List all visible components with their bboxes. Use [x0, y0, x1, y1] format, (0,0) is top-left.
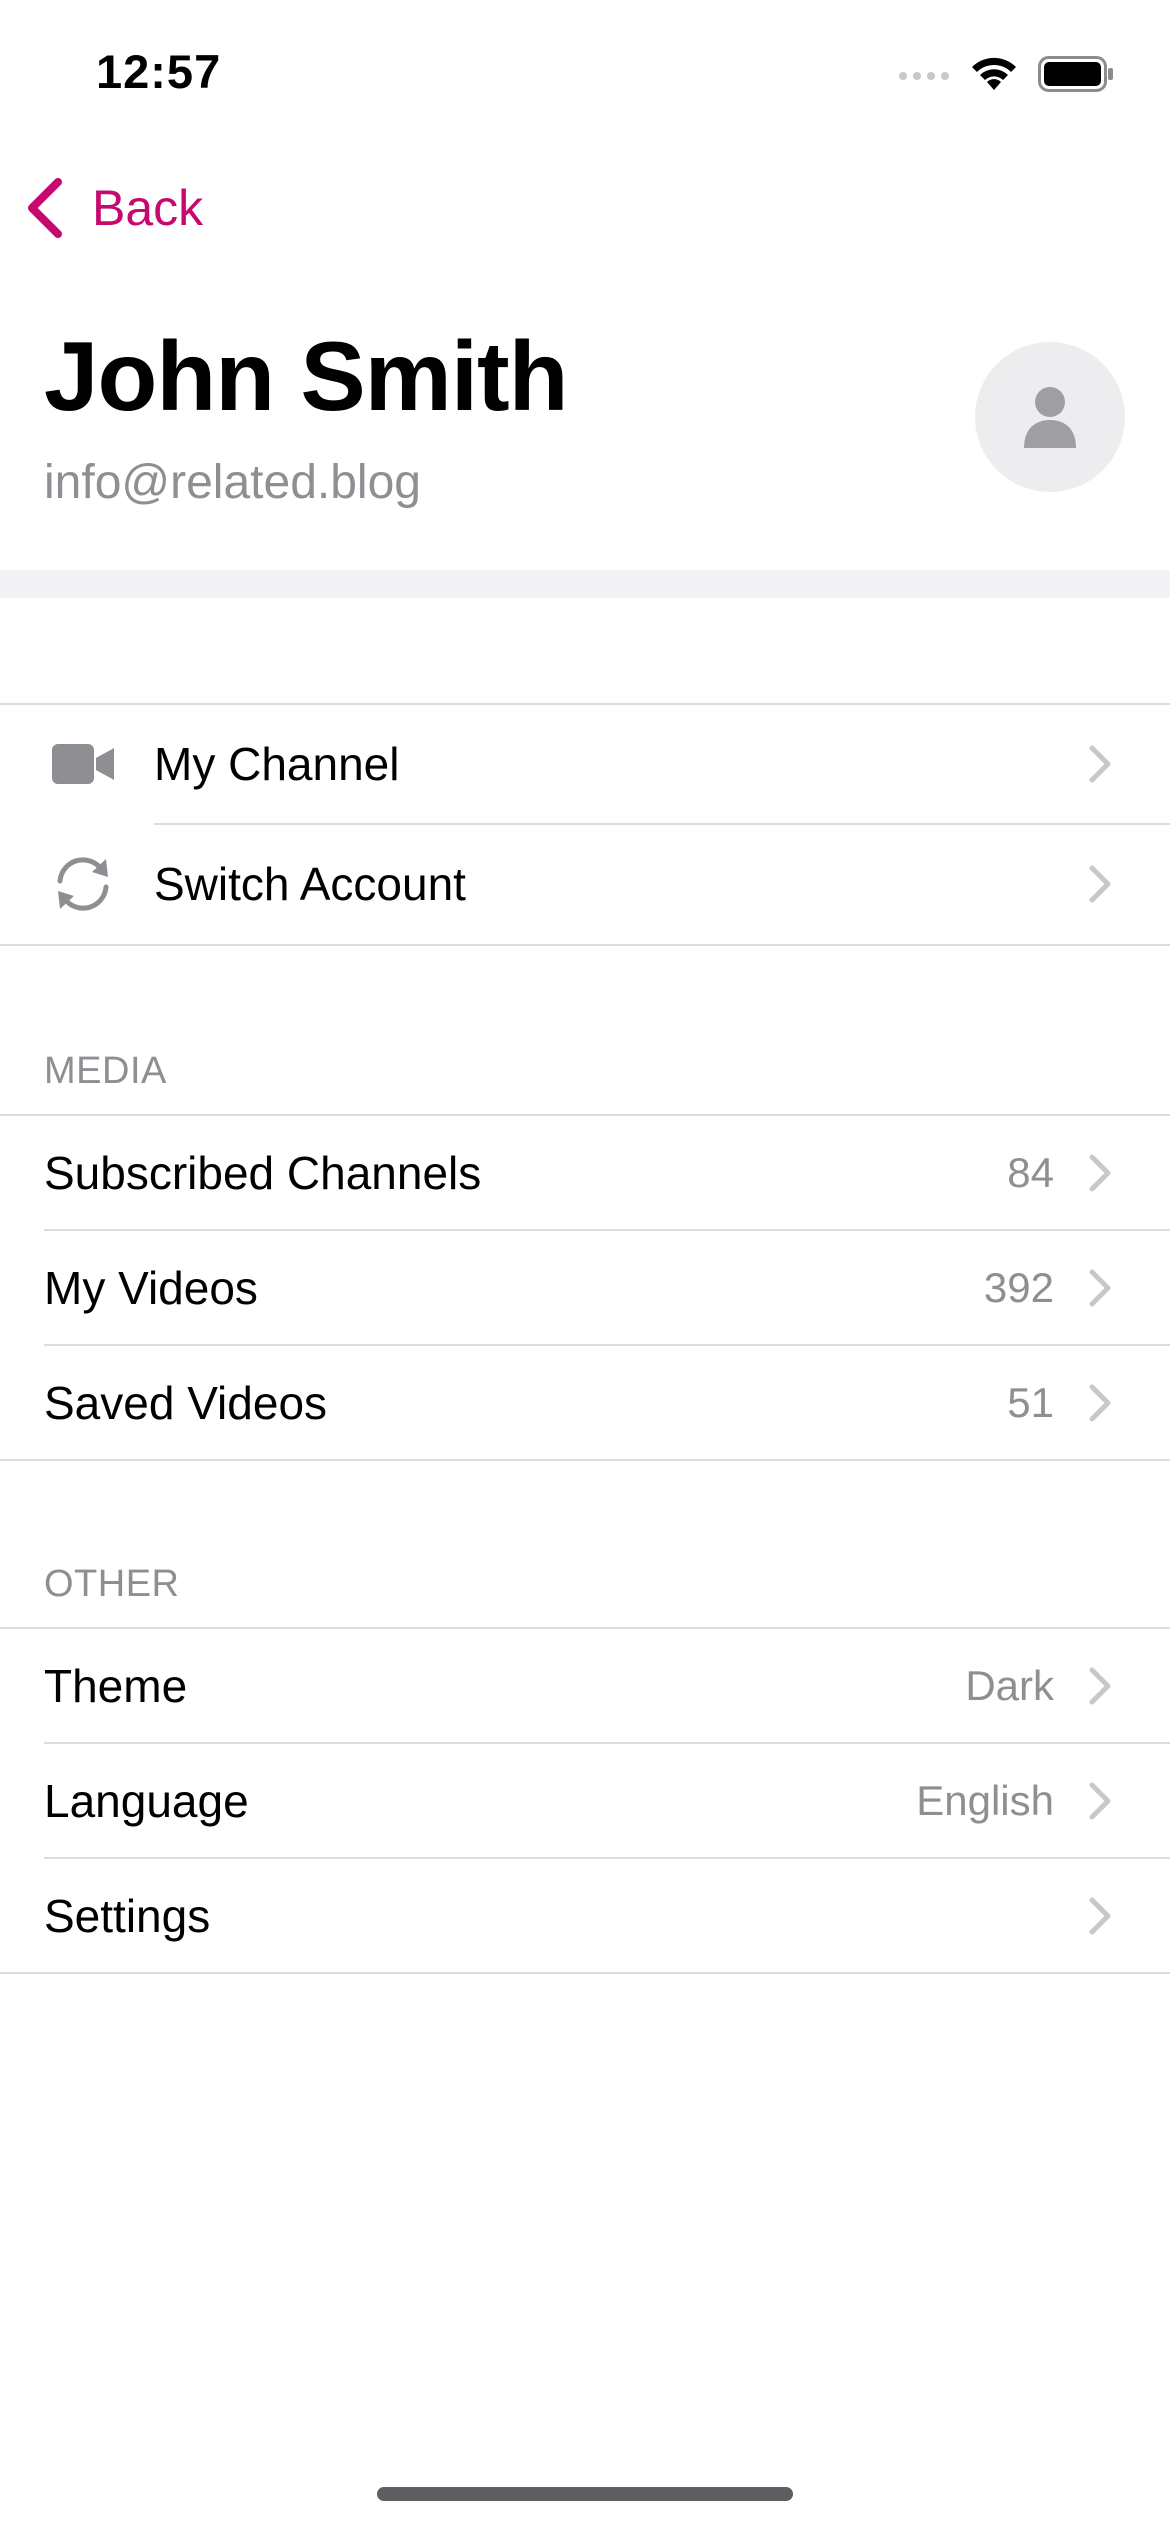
my-videos-label: My Videos: [44, 1261, 258, 1314]
saved-videos-row[interactable]: Saved Videos 51: [0, 1346, 1170, 1459]
subscribed-channels-label: Subscribed Channels: [44, 1146, 482, 1199]
back-button[interactable]: Back: [24, 168, 203, 248]
back-label: Back: [92, 180, 204, 236]
chevron-right-icon: [1089, 1897, 1111, 1934]
battery-icon: [1038, 56, 1113, 92]
video-camera-icon: [50, 731, 116, 797]
chevron-right-icon: [1089, 1782, 1111, 1819]
language-value: English: [916, 1776, 1054, 1824]
status-icons: [898, 50, 1114, 98]
language-row[interactable]: Language English: [0, 1744, 1170, 1857]
profile-name: John Smith: [44, 321, 569, 431]
my-videos-count: 392: [983, 1263, 1054, 1311]
refresh-icon: [50, 851, 116, 917]
saved-videos-count: 51: [1007, 1378, 1054, 1426]
divider: [0, 1972, 1170, 1974]
theme-row[interactable]: Theme Dark: [0, 1629, 1170, 1742]
avatar[interactable]: [975, 342, 1125, 492]
cellular-signal-icon: [899, 72, 949, 80]
home-indicator[interactable]: [377, 2487, 793, 2501]
theme-label: Theme: [44, 1659, 188, 1712]
language-label: Language: [44, 1774, 249, 1827]
divider: [0, 1459, 1170, 1461]
chevron-right-icon: [1089, 1269, 1111, 1306]
other-section-header: OTHER: [44, 1563, 180, 1605]
chevron-right-icon: [1089, 1384, 1111, 1421]
saved-videos-label: Saved Videos: [44, 1376, 328, 1429]
status-time: 12:57: [96, 45, 222, 98]
divider: [0, 944, 1170, 946]
subscribed-channels-row[interactable]: Subscribed Channels 84: [0, 1116, 1170, 1229]
wifi-icon: [972, 57, 1016, 90]
chevron-right-icon: [1089, 1154, 1111, 1191]
person-icon: [1024, 387, 1076, 448]
settings-label: Settings: [44, 1889, 211, 1942]
my-channel-label: My Channel: [154, 738, 400, 790]
profile-email: info@related.blog: [44, 456, 421, 509]
chevron-right-icon: [1089, 745, 1111, 783]
my-channel-row[interactable]: My Channel: [0, 705, 1170, 823]
theme-value: Dark: [965, 1661, 1054, 1709]
chevron-right-icon: [1089, 1667, 1111, 1704]
switch-account-row[interactable]: Switch Account: [0, 825, 1170, 943]
section-separator-band: [0, 570, 1170, 598]
switch-account-label: Switch Account: [154, 858, 466, 910]
settings-row[interactable]: Settings: [0, 1859, 1170, 1972]
media-section-header: MEDIA: [44, 1050, 167, 1092]
status-bar: 12:57: [0, 0, 1170, 140]
subscribed-channels-count: 84: [1007, 1148, 1054, 1196]
my-videos-row[interactable]: My Videos 392: [0, 1231, 1170, 1344]
chevron-left-icon: [28, 178, 62, 238]
chevron-right-icon: [1089, 865, 1111, 903]
